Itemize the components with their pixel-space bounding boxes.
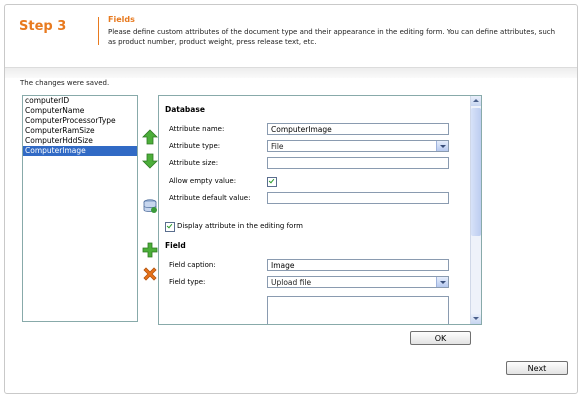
arrow-up-icon: [142, 129, 158, 145]
page-title: Fields: [108, 15, 135, 24]
status-message: The changes were saved.: [20, 79, 110, 87]
page-description: Please define custom attributes of the d…: [108, 28, 556, 46]
database-section-title: Database: [165, 105, 205, 114]
field-type-select[interactable]: Upload file: [267, 276, 449, 288]
header-separator: [5, 67, 577, 78]
database-icon: [143, 199, 157, 213]
next-button[interactable]: Next: [506, 361, 568, 375]
x-icon: [143, 267, 157, 281]
display-in-form-label: Display attribute in the editing form: [177, 222, 303, 230]
header-divider: [98, 17, 99, 45]
attributes-list[interactable]: computerID ComputerName ComputerProcesso…: [22, 95, 138, 322]
list-item[interactable]: ComputerHddSize: [23, 136, 137, 146]
chevron-down-icon: [436, 277, 448, 287]
list-item-selected[interactable]: ComputerImage: [23, 146, 137, 156]
move-up-button[interactable]: [142, 129, 158, 145]
attribute-form-panel: Database Attribute name: ComputerImage A…: [158, 95, 482, 325]
scroll-up-icon[interactable]: [471, 96, 481, 106]
attribute-type-select[interactable]: File: [267, 140, 449, 152]
delete-attribute-button[interactable]: [142, 266, 158, 282]
field-caption-label: Field caption:: [169, 261, 216, 269]
field-settings-textarea[interactable]: [267, 296, 449, 324]
list-item[interactable]: computerID: [23, 96, 137, 106]
list-item[interactable]: ComputerName: [23, 106, 137, 116]
allow-empty-checkbox[interactable]: [267, 177, 277, 187]
plus-icon: [142, 242, 158, 258]
chevron-down-icon: [436, 141, 448, 151]
default-value-label: Attribute default value:: [169, 194, 251, 202]
wizard-header: Step 3 Fields Please define custom attri…: [5, 5, 577, 57]
attribute-type-value: File: [271, 142, 284, 151]
move-down-button[interactable]: [142, 153, 158, 169]
default-value-input[interactable]: [267, 192, 449, 204]
list-item[interactable]: ComputerProcessorType: [23, 116, 137, 126]
display-in-form-checkbox[interactable]: [165, 222, 175, 232]
attribute-size-input[interactable]: [267, 157, 449, 169]
field-type-label: Field type:: [169, 278, 206, 286]
field-caption-input[interactable]: Image: [267, 259, 449, 271]
attribute-type-label: Attribute type:: [169, 142, 221, 150]
step-label: Step 3: [19, 19, 67, 34]
ok-button[interactable]: OK: [410, 331, 471, 345]
list-item[interactable]: ComputerRamSize: [23, 126, 137, 136]
field-type-value: Upload file: [271, 278, 312, 287]
allow-empty-label: Allow empty value:: [169, 177, 237, 185]
attribute-name-input[interactable]: ComputerImage: [267, 123, 449, 135]
scroll-thumb[interactable]: [471, 108, 481, 236]
add-attribute-button[interactable]: [142, 242, 158, 258]
database-button[interactable]: [142, 198, 158, 214]
form-scrollbar[interactable]: [470, 96, 481, 324]
attribute-size-label: Attribute size:: [169, 159, 219, 167]
arrow-down-icon: [142, 153, 158, 169]
attribute-name-label: Attribute name:: [169, 125, 225, 133]
scroll-down-icon[interactable]: [471, 314, 481, 324]
field-section-title: Field: [165, 241, 186, 250]
